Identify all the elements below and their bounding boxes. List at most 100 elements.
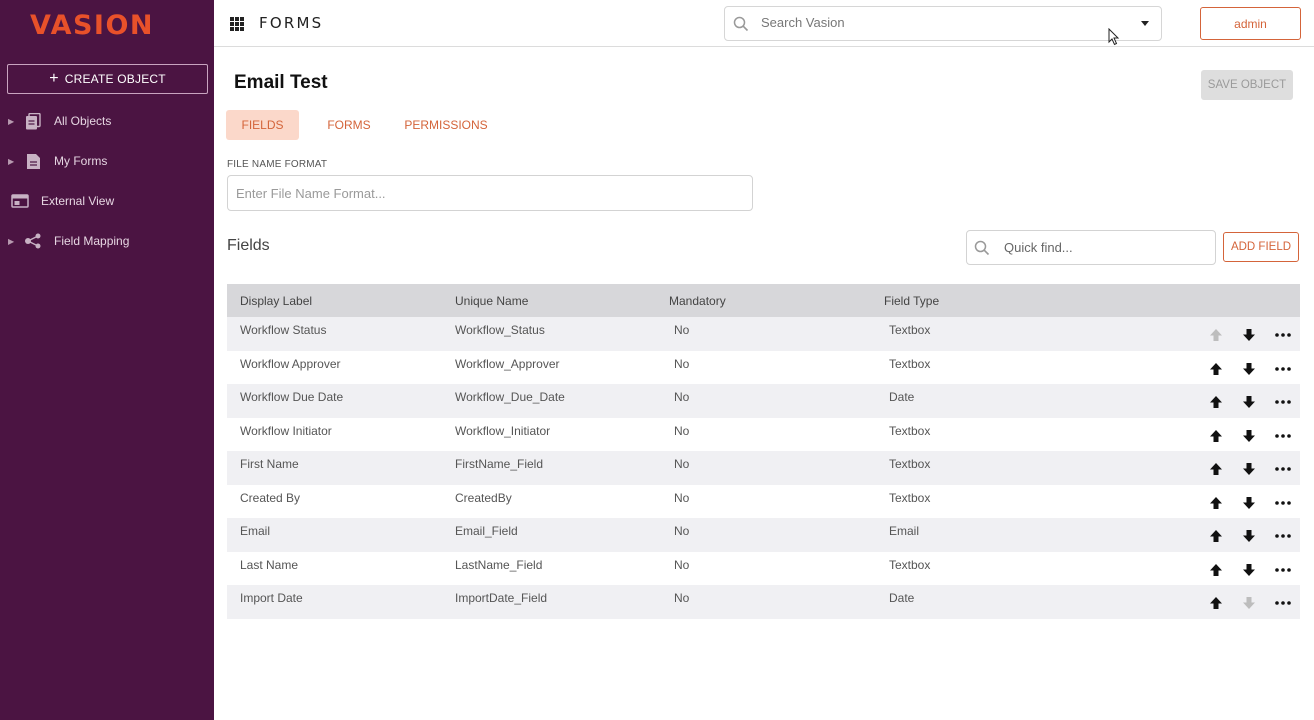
quick-find-box[interactable] — [966, 230, 1216, 265]
user-menu-button[interactable]: admin — [1200, 7, 1301, 40]
add-field-button[interactable]: ADD FIELD — [1223, 232, 1299, 262]
search-icon — [974, 240, 990, 261]
cell-mandatory: No — [674, 390, 690, 404]
table-row[interactable]: Import Date ImportDate_Field No Date — [227, 585, 1300, 619]
more-options-icon[interactable] — [1273, 494, 1293, 512]
fields-table: Display Label Unique Name Mandatory Fiel… — [227, 284, 1300, 619]
table-row[interactable]: Workflow Initiator Workflow_Initiator No… — [227, 417, 1300, 451]
tab-fields[interactable]: FIELDS — [226, 110, 299, 140]
cell-display-label: Created By — [240, 490, 301, 505]
expand-caret-icon[interactable]: ▶ — [8, 237, 14, 246]
sidebar-item-external-view[interactable]: External View — [0, 186, 214, 216]
move-down-arrow-icon[interactable] — [1239, 427, 1259, 445]
move-down-arrow-icon[interactable] — [1239, 326, 1259, 344]
move-up-arrow-icon[interactable] — [1206, 594, 1226, 612]
cell-unique-name: Email_Field — [455, 524, 518, 538]
more-options-icon[interactable] — [1273, 527, 1293, 545]
cell-display-label: Workflow Initiator — [240, 423, 332, 438]
table-row[interactable]: Email Email_Field No Email — [227, 518, 1300, 552]
sidebar-item-label: External View — [41, 194, 115, 208]
table-row[interactable]: Last Name LastName_Field No Textbox — [227, 551, 1300, 585]
table-row[interactable]: First Name FirstName_Field No Textbox — [227, 451, 1300, 485]
sidebar-item-my-forms[interactable]: ▶ My Forms — [0, 146, 214, 176]
cell-unique-name: Workflow_Approver — [455, 356, 560, 371]
sidebar-item-label: All Objects — [54, 114, 112, 128]
search-icon — [733, 16, 749, 37]
table-row[interactable]: Workflow Approver Workflow_Approver No T… — [227, 350, 1300, 384]
more-options-icon[interactable] — [1273, 326, 1293, 344]
cell-field-type: Textbox — [889, 323, 931, 337]
table-row[interactable]: Workflow Due Date Workflow_Due_Date No D… — [227, 384, 1300, 418]
cell-field-type: Date — [889, 390, 915, 404]
mouse-cursor-icon — [1108, 28, 1120, 46]
file-name-format-label: FILE NAME FORMAT — [227, 159, 328, 170]
field-mapping-icon — [24, 232, 42, 250]
fields-section-title: Fields — [227, 237, 270, 254]
tab-forms[interactable]: FORMS — [315, 110, 383, 140]
sidebar-item-label: My Forms — [54, 154, 108, 168]
search-dropdown-icon[interactable] — [1141, 21, 1149, 26]
cell-display-label: Workflow Status — [240, 323, 327, 337]
move-down-arrow-icon[interactable] — [1239, 494, 1259, 512]
move-down-arrow-icon[interactable] — [1239, 561, 1259, 579]
save-object-button[interactable]: SAVE OBJECT — [1201, 70, 1293, 100]
move-down-arrow-icon[interactable] — [1239, 527, 1259, 545]
app-title: FORMS — [259, 14, 324, 32]
sidebar-item-all-objects[interactable]: ▶ All Objects — [0, 106, 214, 136]
expand-caret-icon[interactable]: ▶ — [8, 157, 14, 166]
move-up-arrow-icon[interactable] — [1206, 427, 1226, 445]
cell-field-type: Textbox — [889, 356, 931, 371]
move-down-arrow-icon[interactable] — [1239, 460, 1259, 478]
cell-display-label: Workflow Approver — [240, 356, 341, 371]
cell-display-label: Import Date — [240, 591, 303, 605]
form-icon — [24, 152, 42, 170]
move-down-arrow-icon[interactable] — [1239, 360, 1259, 378]
cell-unique-name: LastName_Field — [455, 557, 543, 572]
column-header-display-label[interactable]: Display Label — [240, 294, 312, 308]
cell-field-type: Email — [889, 524, 920, 538]
cell-display-label: Email — [240, 524, 271, 538]
more-options-icon[interactable] — [1273, 393, 1293, 411]
table-row[interactable]: Workflow Status Workflow_Status No Textb… — [227, 317, 1300, 351]
quick-find-input[interactable] — [1004, 240, 1204, 255]
apps-grid-icon[interactable] — [230, 17, 244, 31]
move-up-arrow-icon[interactable] — [1206, 360, 1226, 378]
sidebar: VASION + CREATE OBJECT ▶ All Objects ▶ M… — [0, 0, 214, 720]
cell-field-type: Textbox — [889, 457, 931, 471]
expand-caret-icon[interactable]: ▶ — [8, 117, 14, 126]
more-options-icon[interactable] — [1273, 561, 1293, 579]
table-body: Workflow Status Workflow_Status No Textb… — [227, 317, 1300, 619]
more-options-icon[interactable] — [1273, 594, 1293, 612]
column-header-unique-name[interactable]: Unique Name — [455, 294, 528, 308]
search-input[interactable] — [761, 15, 1121, 30]
move-up-arrow-icon[interactable] — [1206, 460, 1226, 478]
cell-mandatory: No — [674, 457, 690, 471]
cell-unique-name: ImportDate_Field — [455, 591, 548, 605]
column-header-field-type[interactable]: Field Type — [884, 294, 939, 308]
vasion-logo: VASION — [30, 10, 153, 40]
cell-mandatory: No — [674, 557, 690, 572]
move-up-arrow-icon[interactable] — [1206, 393, 1226, 411]
top-header: FORMS admin — [214, 0, 1314, 47]
more-options-icon[interactable] — [1273, 460, 1293, 478]
file-name-format-input[interactable] — [227, 175, 753, 211]
create-object-label: CREATE OBJECT — [64, 72, 166, 86]
more-options-icon[interactable] — [1273, 427, 1293, 445]
global-search[interactable] — [724, 6, 1162, 41]
create-object-button[interactable]: + CREATE OBJECT — [7, 64, 208, 94]
cell-unique-name: FirstName_Field — [455, 457, 544, 471]
tab-permissions[interactable]: PERMISSIONS — [398, 110, 494, 140]
column-header-mandatory[interactable]: Mandatory — [669, 294, 726, 308]
move-up-arrow-icon[interactable] — [1206, 527, 1226, 545]
table-header: Display Label Unique Name Mandatory Fiel… — [227, 284, 1300, 317]
documents-icon — [24, 112, 42, 130]
move-down-arrow-icon[interactable] — [1239, 393, 1259, 411]
move-up-arrow-icon[interactable] — [1206, 494, 1226, 512]
sidebar-item-field-mapping[interactable]: ▶ Field Mapping — [0, 226, 214, 256]
external-view-icon — [11, 192, 29, 210]
cell-unique-name: Workflow_Due_Date — [455, 390, 565, 404]
cell-display-label: First Name — [240, 457, 299, 471]
table-row[interactable]: Created By CreatedBy No Textbox — [227, 484, 1300, 518]
more-options-icon[interactable] — [1273, 360, 1293, 378]
move-up-arrow-icon[interactable] — [1206, 561, 1226, 579]
